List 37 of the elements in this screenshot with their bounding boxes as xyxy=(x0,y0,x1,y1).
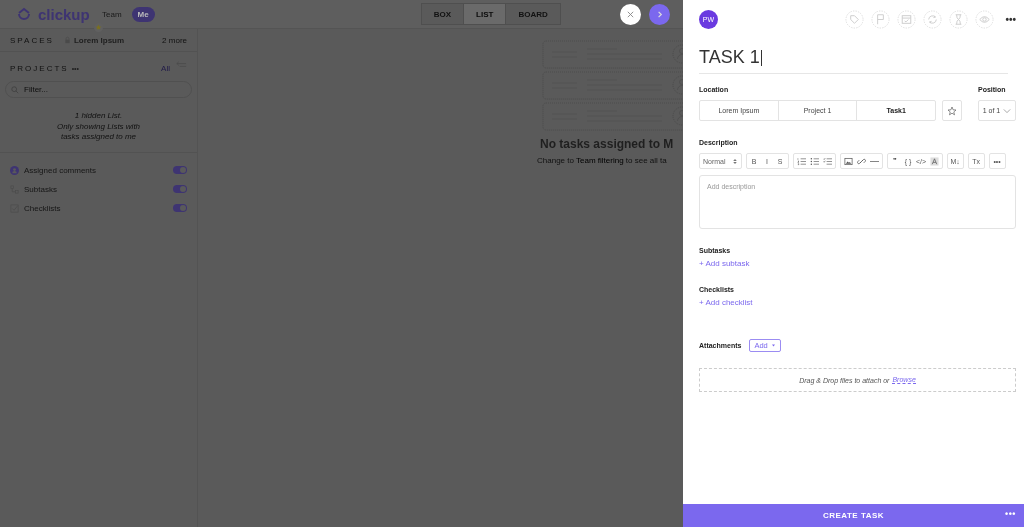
bullet-list-icon xyxy=(809,156,819,166)
more-menu[interactable]: ••• xyxy=(1005,509,1016,519)
toggle-switch[interactable] xyxy=(173,204,187,212)
logo-icon xyxy=(16,6,32,22)
tag-icon[interactable] xyxy=(845,9,865,29)
toolbar-button[interactable] xyxy=(927,154,941,168)
toggle-switch[interactable] xyxy=(173,185,187,193)
chevron-right-icon xyxy=(655,10,664,19)
text-color-icon xyxy=(929,156,939,166)
ordered-list-icon xyxy=(796,156,806,166)
create-task-button[interactable]: CREATE TASK xyxy=(816,510,891,521)
filter-field[interactable]: Filter... xyxy=(5,81,192,98)
caret-icon xyxy=(770,343,776,348)
calendar-icon[interactable] xyxy=(897,9,917,29)
add-checklist-link[interactable]: + Add checklist xyxy=(699,298,753,307)
task-title-field[interactable]: TASK 1 xyxy=(699,38,1008,74)
person-icon xyxy=(10,165,19,175)
empty-state-title: No tasks assigned to M xyxy=(540,137,674,151)
checklist-icon xyxy=(822,156,832,166)
filter-tab[interactable]: Me xyxy=(131,6,155,22)
link-icon xyxy=(856,156,866,166)
view-tab[interactable]: LIST xyxy=(464,4,507,24)
more-menu[interactable]: ••• xyxy=(1005,13,1016,25)
favorite-button[interactable] xyxy=(942,100,962,121)
star-icon xyxy=(947,105,957,116)
add-subtask-link[interactable]: + Add subtask xyxy=(699,259,750,268)
toggle-switch[interactable] xyxy=(173,166,187,174)
eye-icon[interactable] xyxy=(975,9,995,29)
chevron-down-icon xyxy=(1003,106,1012,115)
close-icon xyxy=(626,10,635,19)
section-label: PROJECTS xyxy=(10,64,69,73)
flag-icon[interactable] xyxy=(871,9,891,29)
sort-icon xyxy=(731,157,738,165)
empty-state-hint: Change to xyxy=(537,156,575,165)
section-label: SPACES xyxy=(10,35,54,45)
hourglass-icon[interactable] xyxy=(949,9,969,29)
image-icon xyxy=(843,156,853,166)
